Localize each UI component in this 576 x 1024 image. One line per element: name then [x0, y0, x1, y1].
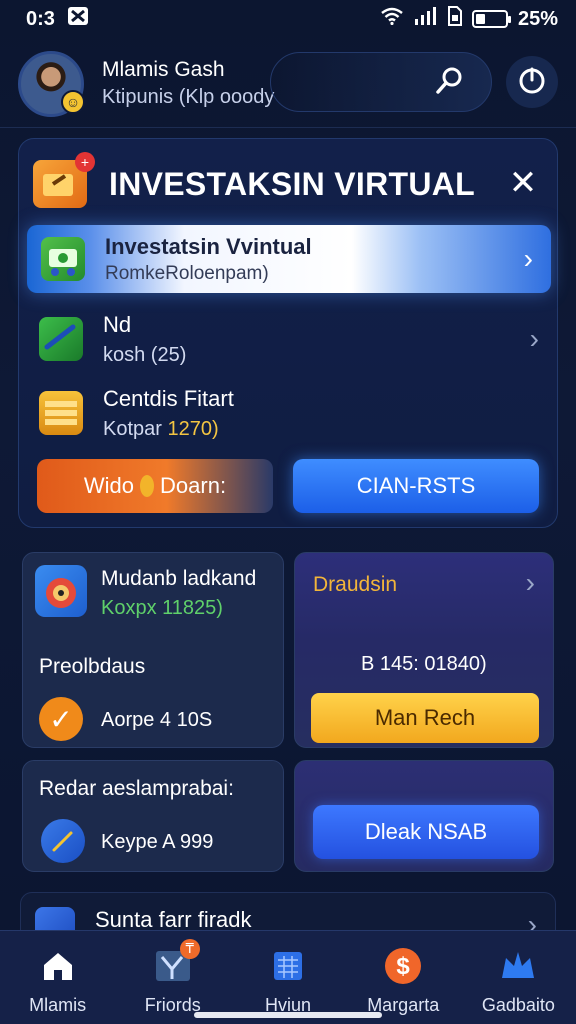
close-icon[interactable]: ✕	[503, 163, 543, 203]
list-item-highlighted[interactable]: Investatsin Vvintual RomkeRoloenpam) ›	[27, 225, 551, 293]
signal-icon	[414, 7, 438, 31]
cube-icon	[39, 317, 83, 361]
tile-value: Aorpe 4 10S	[101, 709, 213, 731]
dleak-button[interactable]: Dleak NSAB	[313, 805, 539, 859]
subtitle-prefix: Kotpar	[103, 417, 162, 440]
user-subtitle: Ktipunis (Klp ooody	[102, 86, 275, 108]
wifi-icon	[380, 7, 404, 31]
list-item-title: Investatsin Vvintual	[105, 233, 312, 259]
list-item-title: Centdis Fitart	[103, 385, 234, 411]
tile-draudsin[interactable]: Draudsin › B 145: 01840) Man Rech	[294, 552, 554, 748]
tile-title: Mudanb ladkand	[101, 567, 257, 590]
nav-hviun[interactable]: Hviun	[230, 931, 345, 1024]
chevron-right-icon: ›	[525, 567, 535, 598]
wallet-icon: +	[33, 152, 95, 208]
list-item-subtitle: Kotpar 1270)	[103, 418, 234, 441]
nav-margarta[interactable]: $ Margarta	[346, 931, 461, 1024]
chevron-right-icon: ›	[529, 323, 539, 354]
search-button[interactable]	[270, 52, 492, 112]
power-icon	[517, 65, 547, 100]
tile-subtitle: Koxpx 11825)	[101, 597, 223, 619]
battery-percent: 25%	[517, 7, 558, 30]
crown-icon	[497, 945, 539, 987]
nav-label: Gadbaito	[481, 995, 555, 1015]
video-label-2: Doarn:	[160, 473, 227, 498]
feather-icon	[41, 819, 85, 863]
profile-header: ☺ Mlamis Gash Ktipunis (Klp ooody	[0, 40, 576, 128]
coin-icon	[140, 475, 155, 497]
max-reach-button[interactable]: Man Rech	[311, 693, 539, 743]
tile-redar[interactable]: Redar aeslamprabai: Keype A 999	[22, 760, 284, 872]
power-button[interactable]	[506, 56, 558, 108]
subtitle-accent: 1270)	[167, 417, 219, 440]
nav-home[interactable]: Mlamis	[0, 931, 115, 1024]
list-item-subtitle: RomkeRoloenpam)	[105, 262, 269, 284]
nav-friends[interactable]: ₸ Friords	[115, 931, 230, 1024]
coin-stack-icon	[39, 391, 83, 435]
nav-gadbaito[interactable]: Gadbaito	[461, 931, 576, 1024]
video-label: Wido	[83, 473, 135, 498]
notification-icon	[67, 6, 89, 32]
bottom-nav: Mlamis ₸ Friords Hviun $ Margarta Gadbai…	[0, 930, 576, 1024]
check-icon: ✓	[39, 697, 83, 741]
tile-amount: B 145: 01840)	[361, 653, 487, 675]
investment-card: + INVESTAKSIN VIRTUAL ✕ Investatsin Vvin…	[18, 138, 558, 528]
nav-label: Mlamis	[29, 995, 87, 1015]
home-icon	[37, 945, 79, 987]
home-indicator[interactable]	[194, 1012, 382, 1018]
card-title: INVESTAKSIN VIRTUAL	[109, 165, 476, 202]
avatar[interactable]: ☺	[18, 50, 85, 117]
list-item-title: Nd	[103, 311, 132, 337]
tile-dleak[interactable]: Dleak NSAB	[294, 760, 554, 872]
svg-text:$: $	[397, 953, 411, 980]
claim-button[interactable]: CIAN-RSTS	[293, 459, 539, 513]
tile-value: Keype A 999	[101, 831, 214, 853]
list-item[interactable]: Nd kosh (25) ›	[39, 307, 539, 371]
status-time: 0:3	[26, 7, 55, 30]
tile-title: Redar aeslamprabai:	[39, 777, 234, 800]
search-icon	[435, 65, 465, 100]
user-name: Mlamis Gash	[102, 58, 225, 81]
calendar-icon	[267, 945, 309, 987]
tile-title: Draudsin	[313, 573, 398, 596]
plus-badge-icon: +	[75, 152, 95, 172]
battery-icon	[471, 10, 511, 28]
video-button[interactable]: Wido Doarn:	[37, 459, 273, 513]
nav-badge: ₸	[179, 939, 200, 959]
nav-label: Friords	[144, 995, 201, 1015]
dollar-icon: $	[382, 945, 424, 987]
list-item-subtitle: kosh (25)	[103, 343, 187, 366]
sim-icon	[447, 6, 462, 32]
list-item[interactable]: Centdis Fitart Kotpar 1270)	[39, 381, 539, 445]
target-icon	[35, 565, 87, 617]
status-bar: 0:3 25%	[0, 0, 576, 38]
tile-mudanb[interactable]: Mudanb ladkand Koxpx 11825) Preolbdaus ✓…	[22, 552, 284, 748]
tile-label: Preolbdaus	[39, 655, 146, 678]
friends-icon: ₸	[152, 939, 200, 987]
money-icon	[41, 237, 85, 281]
chevron-right-icon: ›	[523, 243, 533, 274]
emoji-badge-icon: ☺	[61, 89, 85, 114]
